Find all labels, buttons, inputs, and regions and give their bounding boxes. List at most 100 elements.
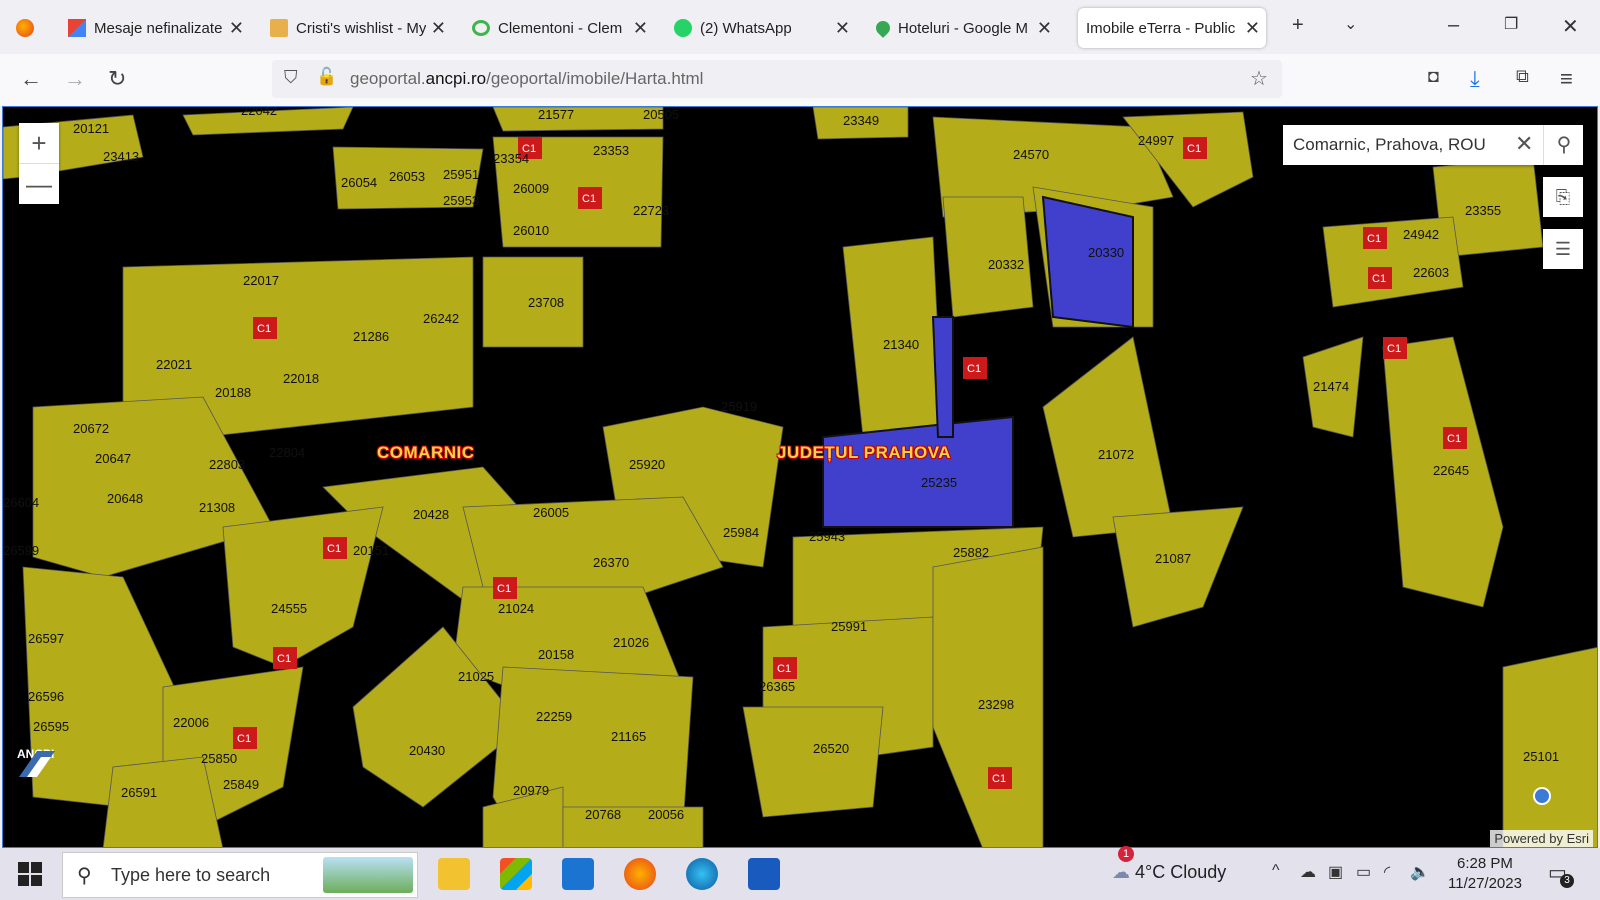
parcel-number-label: 26009 [513, 181, 549, 196]
windows-taskbar: ⚲ Type here to search 1 ☁ 4°C Cloudy ^ ☁… [0, 846, 1600, 900]
parcel-number-label: 20121 [73, 121, 109, 136]
wifi-icon[interactable]: ◜ [1384, 862, 1390, 882]
mail-icon[interactable] [562, 858, 594, 890]
restore-button[interactable]: ❐ [1504, 14, 1518, 34]
map-search: Comarnic, Prahova, ROU ✕ ⚲ [1283, 125, 1583, 165]
tab-clementoni[interactable]: Clementoni - Clem ✕ [464, 8, 654, 48]
search-icon: ⚲ [77, 865, 92, 887]
tab-wishlist[interactable]: Cristi's wishlist - My ✕ [262, 8, 452, 48]
onedrive-icon[interactable]: ☁ [1300, 862, 1316, 882]
tab-bar: Mesaje nefinalizate ✕ Cristi's wishlist … [0, 0, 1600, 54]
address-bar[interactable]: ⛉ 🔓 geoportal.ancpi.ro/geoportal/imobile… [272, 60, 1282, 98]
parcel-map[interactable]: C1C1C1C1C1C1C1C1C1C1C1C1C1C1C1 201212341… [3, 107, 1598, 848]
parcel-number-label: 21308 [199, 500, 235, 515]
parcel-polygon[interactable] [492, 107, 664, 132]
parcel-number-label: 24997 [1138, 133, 1174, 148]
parcel-number-label: 24555 [271, 601, 307, 616]
back-button[interactable]: ← [20, 66, 42, 92]
identify-icon[interactable]: ⎘ [1543, 177, 1583, 217]
parcel-polygon[interactable] [102, 756, 223, 848]
windows-start-icon[interactable] [18, 862, 42, 886]
close-icon[interactable]: ✕ [431, 18, 446, 39]
microsoft-store-icon[interactable] [500, 858, 532, 890]
close-icon[interactable]: ✕ [633, 18, 648, 39]
insecure-lock-icon[interactable]: 🔓 [316, 67, 337, 87]
forward-button[interactable]: → [64, 66, 86, 92]
search-highlight-image [323, 857, 413, 893]
url-text[interactable]: geoportal.ancpi.ro/geoportal/imobile/Har… [350, 69, 703, 89]
firefox-menu-icon[interactable] [8, 8, 48, 48]
menu-icon[interactable]: ≡ [1560, 66, 1573, 92]
download-icon[interactable]: ⤓ [1470, 66, 1480, 92]
parcel-number-label: 26596 [28, 689, 64, 704]
tab-google-maps[interactable]: Hoteluri - Google M ✕ [868, 8, 1058, 48]
parcel-number-label: 21286 [353, 329, 389, 344]
volume-icon[interactable]: 🔈 [1410, 862, 1430, 882]
close-icon[interactable]: ✕ [229, 18, 244, 39]
parcel-number-label: 25919 [721, 399, 757, 414]
pocket-icon[interactable]: ◘ [1428, 66, 1439, 87]
parcel-number-label: 26597 [28, 631, 64, 646]
edge-icon[interactable] [686, 858, 718, 890]
parcel-number-label: 20672 [73, 421, 109, 436]
parcel-number-label: 23354 [493, 151, 529, 166]
shield-icon[interactable]: ⛉ [284, 67, 298, 88]
weather-widget[interactable]: ☁ 4°C Cloudy [1112, 862, 1226, 883]
parcel-number-label: 22006 [173, 715, 209, 730]
tab-eterra[interactable]: Imobile eTerra - Public ✕ [1078, 8, 1266, 48]
selected-parcel-highlight[interactable] [822, 415, 1014, 528]
bookmark-star-icon[interactable]: ☆ [1250, 66, 1268, 91]
battery-icon[interactable]: ▭ [1356, 862, 1371, 882]
map-slider-handle[interactable] [1533, 787, 1551, 805]
parcel-number-label: 23355 [1465, 203, 1501, 218]
firefox-icon[interactable] [624, 858, 656, 890]
close-icon[interactable]: ✕ [835, 18, 850, 39]
device-icon[interactable]: ▣ [1328, 862, 1343, 882]
parcel-polygon[interactable] [1042, 336, 1174, 538]
parcel-number-label: 26595 [33, 719, 69, 734]
parcel-number-label: 26010 [513, 223, 549, 238]
tab-whatsapp[interactable]: (2) WhatsApp ✕ [666, 8, 856, 48]
reload-button[interactable]: ↻ [108, 66, 126, 92]
taskbar-search[interactable]: ⚲ Type here to search [62, 852, 418, 898]
parcel-number-label: 20979 [513, 783, 549, 798]
tab-list-chevron-icon[interactable]: ⌄ [1344, 14, 1357, 34]
parcel-number-label: 26242 [423, 311, 459, 326]
parcel-polygon[interactable] [742, 706, 884, 818]
building-code-label: C1 [967, 363, 981, 375]
parcel-number-label: 26370 [593, 555, 629, 570]
layer-list-icon[interactable]: ☰ [1543, 229, 1583, 269]
building-code-label: C1 [237, 733, 251, 745]
clock[interactable]: 6:28 PM 11/27/2023 [1448, 854, 1522, 894]
cloud-icon: ☁ [1112, 862, 1130, 882]
show-hidden-icons-chevron-icon[interactable]: ^ [1272, 862, 1280, 880]
parcel-number-label: 25235 [921, 475, 957, 490]
file-explorer-icon[interactable] [438, 858, 470, 890]
parcel-number-label: 21072 [1098, 447, 1134, 462]
zoom-out-button[interactable]: — [19, 164, 59, 204]
parcel-polygon[interactable] [222, 506, 384, 668]
parcel-polygon[interactable] [1322, 216, 1464, 308]
parcel-polygon[interactable] [1112, 506, 1244, 628]
clear-search-icon[interactable]: ✕ [1515, 131, 1533, 157]
close-window-button[interactable]: ✕ [1562, 14, 1579, 39]
close-icon[interactable]: ✕ [1245, 18, 1260, 39]
zoom-in-button[interactable]: + [19, 123, 59, 164]
building-code-label: C1 [1372, 273, 1386, 285]
parcel-number-label: 26054 [341, 175, 377, 190]
parcel-number-label: 22017 [243, 273, 279, 288]
new-tab-button[interactable]: + [1292, 14, 1304, 37]
tab-gmail[interactable]: Mesaje nefinalizate ✕ [60, 8, 250, 48]
parcel-polygon[interactable] [1502, 647, 1598, 848]
search-icon[interactable]: ⚲ [1543, 125, 1584, 165]
word-icon[interactable] [748, 858, 780, 890]
extensions-icon[interactable]: ⧉ [1516, 66, 1529, 87]
building-code-label: C1 [582, 193, 596, 205]
minimize-button[interactable]: – [1448, 14, 1459, 37]
close-icon[interactable]: ✕ [1037, 18, 1052, 39]
search-input[interactable]: Comarnic, Prahova, ROU [1293, 135, 1486, 155]
parcel-number-label: 23353 [593, 143, 629, 158]
parcel-number-label: 21025 [458, 669, 494, 684]
selected-parcel-highlight[interactable] [1041, 195, 1134, 329]
map-view[interactable]: C1 C1 C1 C1 C1 C1 C1 C1 C1 C1 C1 C1 C1 C1 C1 20121 2341… [2, 106, 1598, 848]
